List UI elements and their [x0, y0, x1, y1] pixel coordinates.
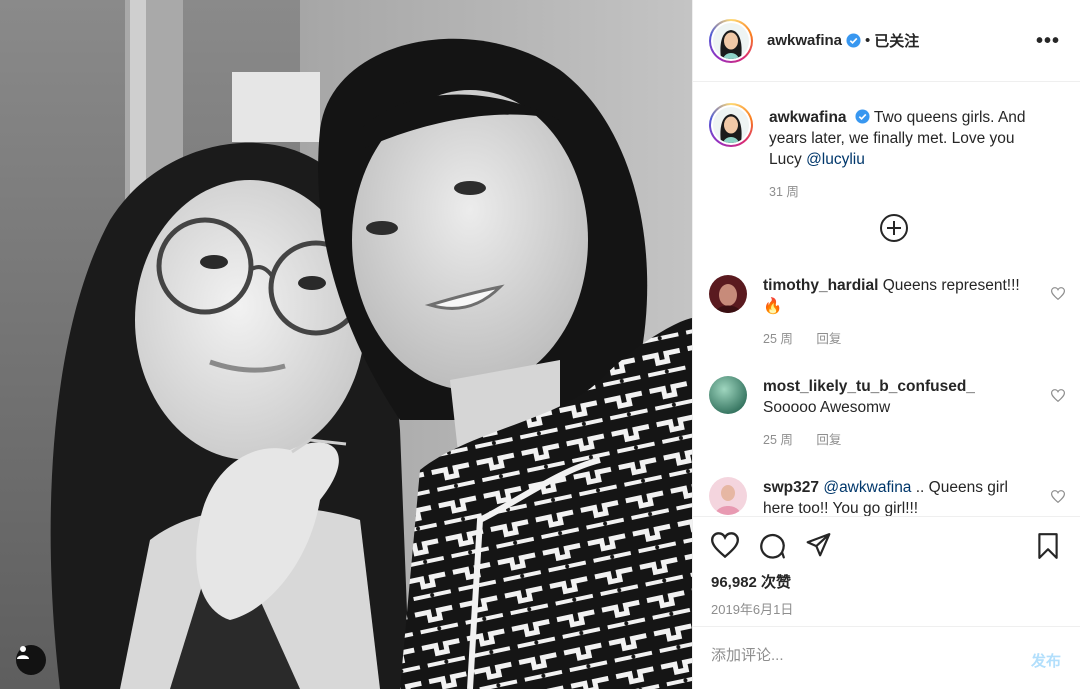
comment-heart-icon[interactable]	[1051, 389, 1065, 402]
commenter-photo	[709, 376, 747, 414]
comment-input[interactable]	[711, 647, 1001, 664]
comment-body: most_likely_tu_b_confused_ Sooooo Awesom…	[763, 376, 1043, 451]
caption-age: 31 周	[769, 185, 799, 199]
post-header: awkwafina • 已关注 •••	[693, 0, 1080, 82]
follow-status-button[interactable]: 已关注	[874, 30, 919, 51]
author-username[interactable]: awkwafina	[767, 32, 842, 49]
comment-item: most_likely_tu_b_confused_ Sooooo Awesom…	[709, 376, 1043, 451]
reply-button[interactable]: 回复	[816, 332, 841, 346]
author-avatar[interactable]	[709, 18, 753, 63]
caption-username[interactable]: awkwafina	[769, 109, 847, 126]
add-comment-bar: 发布	[693, 626, 1080, 689]
comment-heart-icon[interactable]	[1051, 287, 1065, 300]
commenter-avatar[interactable]	[709, 275, 747, 313]
comment-item: timothy_hardial Queens represent!!! 🔥 25…	[709, 275, 1043, 350]
avatar-illustration-icon	[720, 114, 742, 143]
caption-meta: 31 周	[769, 182, 1049, 203]
comments-list[interactable]: awkwafina Two queens girls. And years la…	[693, 83, 1080, 516]
comment-username[interactable]: swp327	[763, 479, 819, 496]
comment-age: 25 周	[763, 433, 793, 447]
comment-username[interactable]: timothy_hardial	[763, 277, 878, 294]
caption-author-avatar[interactable]	[709, 103, 753, 147]
likes-count[interactable]: 96,982 次赞	[711, 571, 791, 592]
plus-circle-icon[interactable]	[879, 213, 909, 243]
caption-mention-link[interactable]: @lucyliu	[806, 151, 865, 168]
comment-body: swp327 @awkwafina .. Queens girl here to…	[763, 477, 1043, 516]
reply-button[interactable]: 回复	[816, 433, 841, 447]
comment-meta: 25 周 回复	[763, 430, 1043, 451]
commenter-photo	[709, 477, 747, 515]
caption-body: awkwafina Two queens girls. And years la…	[769, 107, 1049, 203]
post-date: 2019年6月1日	[711, 602, 794, 617]
tag-people-button[interactable]	[16, 645, 46, 675]
comment-item: swp327 @awkwafina .. Queens girl here to…	[709, 477, 1043, 516]
header-separator: •	[865, 32, 871, 49]
post-photo[interactable]	[0, 0, 692, 689]
photo-image	[0, 0, 692, 689]
post-comment-button[interactable]: 发布	[1031, 650, 1061, 671]
paper-plane-icon[interactable]	[805, 532, 832, 558]
heart-icon[interactable]	[711, 532, 739, 558]
comment-meta: 25 周 回复	[763, 329, 1043, 350]
comment-bubble-icon[interactable]	[759, 532, 786, 559]
commenter-photo	[709, 275, 747, 313]
comment-body: timothy_hardial Queens represent!!! 🔥 25…	[763, 275, 1043, 350]
bookmark-icon[interactable]	[1037, 532, 1059, 560]
post-side-panel: awkwafina • 已关注 ••• awkwafina Two queens…	[692, 0, 1080, 689]
caption-row: awkwafina Two queens girls. And years la…	[709, 103, 1049, 203]
comment-heart-icon[interactable]	[1051, 490, 1065, 503]
commenter-avatar[interactable]	[709, 376, 747, 414]
user-tag-icon	[17, 646, 29, 659]
comment-mention-link[interactable]: @awkwafina	[823, 479, 911, 496]
comment-age: 25 周	[763, 332, 793, 346]
verified-badge-icon	[846, 33, 861, 48]
verified-badge-icon	[855, 109, 870, 124]
comment-text: Sooooo Awesomw	[763, 399, 891, 416]
avatar-illustration-icon	[720, 29, 742, 59]
more-options-icon[interactable]: •••	[1036, 30, 1060, 53]
comment-username[interactable]: most_likely_tu_b_confused_	[763, 378, 975, 395]
commenter-avatar[interactable]	[709, 477, 747, 515]
action-bar: 96,982 次赞 2019年6月1日	[693, 516, 1080, 626]
